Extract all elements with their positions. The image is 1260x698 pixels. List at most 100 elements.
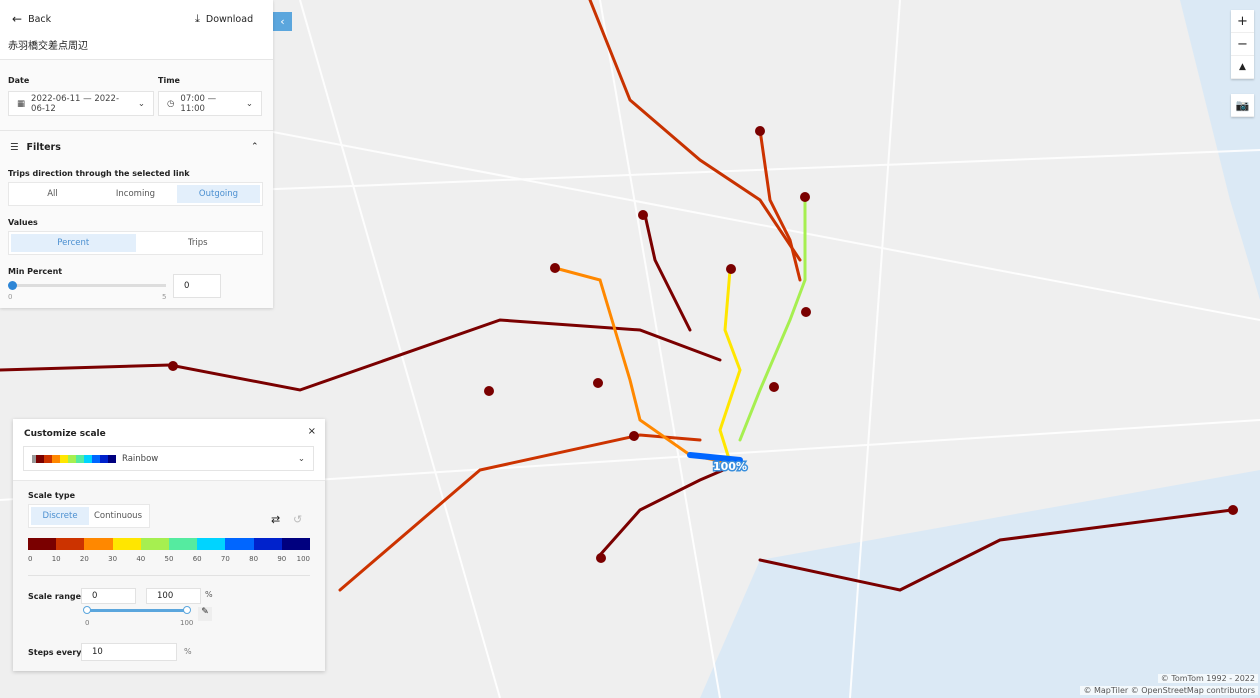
date-value: 2022-06-11 — 2022-06-12 — [31, 93, 120, 114]
close-icon[interactable]: × — [308, 426, 316, 437]
range-slider[interactable] — [87, 609, 187, 612]
sliders-icon: ☰ — [10, 142, 19, 153]
tick-label: 70 — [220, 555, 230, 563]
range-min-input[interactable]: 0 — [81, 588, 136, 604]
time-value: 07:00 — 11:00 — [180, 93, 217, 114]
swatch-9 — [108, 454, 116, 463]
swatch-4 — [68, 454, 76, 463]
color-step-1[interactable] — [56, 538, 85, 550]
color-step-2[interactable] — [84, 538, 113, 550]
zoom-controls: + − ▲ — [1231, 10, 1254, 79]
chevron-down-icon: ⌄ — [297, 453, 305, 464]
customize-scale-panel: Customize scale × Rainbow ⌄ Scale type D… — [13, 419, 325, 671]
values-percent[interactable]: Percent — [11, 234, 136, 252]
chevron-down-icon: ⌄ — [137, 98, 145, 109]
color-scale-ticks: 0 10 20 30 40 50 60 70 80 90 100 — [28, 555, 310, 565]
range-slider-max-label: 100 — [180, 619, 194, 627]
swatch-7 — [92, 454, 100, 463]
date-picker[interactable]: ▦ 2022-06-11 — 2022-06-12 ⌄ — [8, 91, 154, 116]
direction-outgoing[interactable]: Outgoing — [177, 185, 260, 203]
slider-min-label: 0 — [8, 293, 13, 301]
filters-toggle[interactable]: ☰ Filters — [10, 142, 61, 153]
chevron-up-icon[interactable]: ⌃ — [251, 142, 259, 152]
date-label: Date — [8, 76, 30, 85]
min-percent-label: Min Percent — [8, 267, 63, 276]
tick-label: 10 — [51, 555, 61, 563]
range-slider-min-handle[interactable] — [83, 606, 91, 614]
swatch-5 — [76, 454, 84, 463]
scale-title: Customize scale — [24, 429, 106, 439]
direction-all[interactable]: All — [11, 185, 94, 203]
values-label: Values — [8, 218, 38, 227]
compass-button[interactable]: ▲ — [1231, 56, 1254, 79]
arrow-left-icon: ← — [12, 12, 23, 26]
location-title: 赤羽橋交差点周辺 — [8, 41, 88, 52]
color-step-5[interactable] — [169, 538, 198, 550]
color-step-0[interactable] — [28, 538, 57, 550]
scale-type-continuous[interactable]: Continuous — [89, 507, 147, 525]
color-step-3[interactable] — [112, 538, 141, 550]
clock-icon: ◷ — [167, 98, 175, 109]
min-percent-slider[interactable] — [10, 284, 166, 287]
color-step-6[interactable] — [197, 538, 226, 550]
color-step-7[interactable] — [225, 538, 254, 550]
calendar-icon: ▦ — [17, 98, 26, 109]
download-button[interactable]: ⤓ Download — [195, 12, 253, 26]
tick-label: 40 — [136, 555, 146, 563]
tick-label: 50 — [164, 555, 174, 563]
range-slider-min-label: 0 — [85, 619, 90, 627]
tick-label: 80 — [249, 555, 259, 563]
range-slider-max-handle[interactable] — [183, 606, 191, 614]
time-label: Time — [158, 76, 180, 85]
camera-icon: 📷 — [1231, 94, 1254, 117]
tick-label: 90 — [277, 555, 287, 563]
palette-swatch — [32, 454, 116, 463]
download-label: Download — [205, 13, 254, 25]
scale-range-label: Scale range — [28, 592, 82, 601]
swatch-3 — [60, 454, 68, 463]
filters-title: Filters — [26, 142, 61, 153]
color-step-9[interactable] — [281, 538, 311, 550]
chevron-down-icon: ⌄ — [245, 98, 253, 109]
back-button[interactable]: ← Back — [12, 12, 51, 26]
selected-link-label: 100% — [713, 460, 747, 473]
direction-label: Trips direction through the selected lin… — [8, 169, 190, 178]
swatch-1 — [44, 454, 52, 463]
download-icon: ⤓ — [195, 12, 200, 25]
scale-type-label: Scale type — [28, 491, 76, 500]
zoom-in-button[interactable]: + — [1231, 10, 1254, 33]
tick-label: 30 — [108, 555, 118, 563]
min-percent-slider-handle[interactable] — [8, 281, 17, 290]
tick-label: 20 — [79, 555, 89, 563]
zoom-out-button[interactable]: − — [1231, 33, 1254, 56]
back-label: Back — [28, 13, 52, 25]
attribution-osm[interactable]: © MapTiler © OpenStreetMap contributors — [1080, 686, 1258, 695]
color-step-8[interactable] — [253, 538, 282, 550]
time-picker[interactable]: ◷ 07:00 — 11:00 ⌄ — [158, 91, 262, 116]
color-step-4[interactable] — [140, 538, 170, 550]
collapse-panel-button[interactable]: ‹ — [273, 12, 292, 31]
range-max-input[interactable]: 100 — [146, 588, 201, 604]
tick-label: 0 — [28, 555, 33, 563]
direction-incoming[interactable]: Incoming — [94, 185, 177, 203]
values-trips[interactable]: Trips — [136, 234, 261, 252]
tick-label: 100 — [296, 555, 310, 563]
pencil-icon[interactable]: ✎ — [198, 607, 212, 621]
screenshot-button[interactable]: 📷 — [1231, 94, 1254, 117]
side-panel: ← Back ⤓ Download 赤羽橋交差点周辺 Date ▦ 2022-06-1… — [0, 0, 273, 308]
steps-unit: % — [184, 647, 192, 656]
palette-name: Rainbow — [122, 453, 159, 464]
swatch-2 — [52, 454, 60, 463]
scale-type-discrete[interactable]: Discrete — [31, 507, 89, 525]
min-percent-input[interactable]: 0 — [173, 274, 221, 298]
steps-label: Steps every — [28, 648, 82, 657]
swatch-0 — [36, 454, 44, 463]
swap-icon[interactable]: ⇄ — [271, 513, 280, 526]
attribution-tomtom: © TomTom 1992 - 2022 — [1157, 674, 1258, 683]
swatch-8 — [100, 454, 108, 463]
palette-select[interactable]: Rainbow ⌄ — [23, 446, 314, 471]
reset-icon[interactable]: ↺ — [293, 513, 302, 526]
steps-input[interactable]: 10 — [81, 643, 177, 661]
tick-label: 60 — [192, 555, 202, 563]
range-unit: % — [205, 590, 213, 599]
